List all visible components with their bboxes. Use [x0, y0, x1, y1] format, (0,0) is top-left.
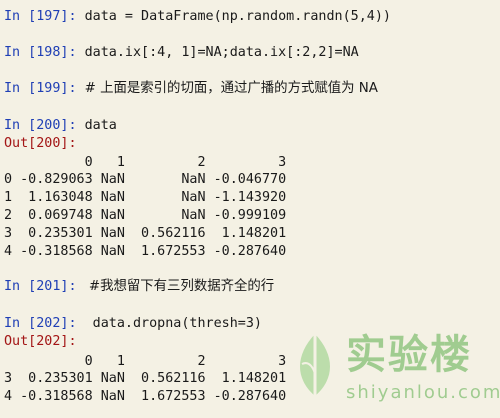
output-text: 0 1 2 3 — [4, 354, 287, 369]
output-row: 2 0.069748 NaN NaN -0.999109 — [4, 207, 286, 225]
input-cell-201: In [201]: #我想留下有三列数据齐全的行 — [4, 278, 274, 296]
output-text: 0 1 2 3 — [4, 155, 287, 170]
input-code: data.dropna(thresh=3) — [84, 316, 262, 331]
input-cell-198: In [198]: data.ix[:4, 1]=NA;data.ix[:2,2… — [4, 44, 359, 62]
input-code: #我想留下有三列数据齐全的行 — [84, 279, 275, 294]
output-row: 1 1.163048 NaN NaN -1.143920 — [4, 189, 286, 207]
watermark-url: shiyanlou.com — [346, 382, 500, 403]
input-cell-199: In [199]: # 上面是索引的切面，通过广播的方式赋值为 NA — [4, 80, 378, 98]
output-text: 4 -0.318568 NaN 1.672553 -0.287640 — [4, 244, 287, 259]
output-text: 0 -0.829063 NaN NaN -0.046770 — [4, 172, 287, 187]
input-cell-200: In [200]: data — [4, 117, 117, 135]
output-text: 3 0.235301 NaN 0.562116 1.148201 — [4, 226, 287, 241]
input-code: data.ix[:4, 1]=NA;data.ix[:2,2]=NA — [84, 45, 359, 60]
output-row: 3 0.235301 NaN 0.562116 1.148201 — [4, 225, 286, 243]
output-row: 0 1 2 3 — [4, 154, 287, 172]
output-row: 0 1 2 3 — [4, 353, 287, 371]
input-prompt: In [199]: — [4, 81, 85, 96]
input-prompt: In [198]: — [4, 45, 85, 60]
output-text: 1 1.163048 NaN NaN -1.143920 — [4, 190, 287, 205]
input-code: # 上面是索引的切面，通过广播的方式赋值为 NA — [84, 81, 378, 96]
output-row: 4 -0.318568 NaN 1.672553 -0.287640 — [4, 243, 286, 261]
input-cell-202: In [202]: data.dropna(thresh=3) — [4, 315, 262, 333]
input-prompt: In [197]: — [4, 9, 85, 24]
output-row: 4 -0.318568 NaN 1.672553 -0.287640 — [4, 388, 286, 406]
output-text: 2 0.069748 NaN NaN -0.999109 — [4, 208, 287, 223]
output-prompt-200: Out[200]: — [4, 135, 77, 153]
input-cell-197: In [197]: data = DataFrame(np.random.ran… — [4, 8, 391, 26]
output-prompt: Out[200]: — [4, 136, 77, 151]
output-row: 3 0.235301 NaN 0.562116 1.148201 — [4, 370, 286, 388]
watermark-title: 实验楼 — [346, 332, 472, 378]
output-prompt-202: Out[202]: — [4, 333, 77, 351]
input-code: data = DataFrame(np.random.randn(5,4)) — [84, 9, 391, 24]
input-prompt: In [202]: — [4, 316, 85, 331]
output-row: 0 -0.829063 NaN NaN -0.046770 — [4, 171, 286, 189]
watermark: 实验楼 shiyanlou.com — [286, 330, 500, 412]
output-prompt: Out[202]: — [4, 334, 77, 349]
input-prompt: In [201]: — [4, 279, 85, 294]
output-text: 3 0.235301 NaN 0.562116 1.148201 — [4, 371, 287, 386]
output-text: 4 -0.318568 NaN 1.672553 -0.287640 — [4, 389, 287, 404]
input-code: data — [84, 118, 117, 133]
input-prompt: In [200]: — [4, 118, 85, 133]
leaf-logo-icon — [299, 334, 331, 396]
